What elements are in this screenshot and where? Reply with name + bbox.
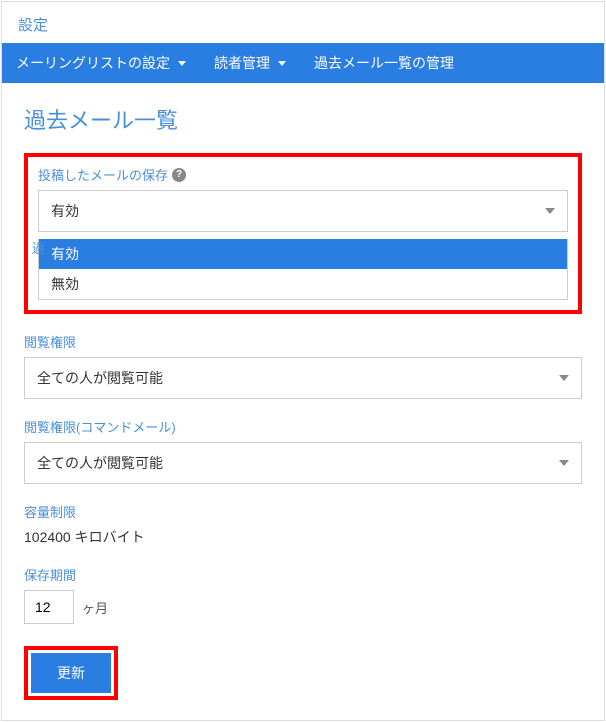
retention-input[interactable] xyxy=(24,590,74,624)
chevron-down-icon xyxy=(278,61,286,66)
select-value: 全ての人が閲覧可能 xyxy=(37,453,163,473)
chevron-down-icon xyxy=(559,460,569,466)
save-mail-select[interactable]: 有効 xyxy=(38,190,568,232)
tab-label: メーリングリストの設定 xyxy=(16,53,170,73)
option-enabled[interactable]: 有効 xyxy=(39,239,567,269)
update-button[interactable]: 更新 xyxy=(31,653,111,693)
tabs-bar: メーリングリストの設定 読者管理 過去メール一覧の管理 xyxy=(2,43,604,83)
tab-label: 過去メール一覧の管理 xyxy=(314,53,454,73)
chevron-down-icon xyxy=(545,208,555,214)
view-perm-cmd-select[interactable]: 全ての人が閲覧可能 xyxy=(24,442,582,484)
chevron-down-icon xyxy=(178,61,186,66)
view-perm-cmd-label: 閲覧権限(コマンドメール) xyxy=(24,417,582,436)
tab-past-mail-mgmt[interactable]: 過去メール一覧の管理 xyxy=(300,43,468,83)
retention-unit: ヶ月 xyxy=(82,598,108,617)
highlight-update-button: 更新 xyxy=(24,646,118,700)
select-value: 有効 xyxy=(51,201,79,221)
option-disabled[interactable]: 無効 xyxy=(39,269,567,299)
save-mail-label: 投稿したメールの保存 ? xyxy=(38,165,568,184)
view-perm-label: 閲覧権限 xyxy=(24,332,582,351)
capacity-value: 102400 キロバイト xyxy=(24,527,582,547)
save-mail-dropdown: 有効 無効 xyxy=(38,239,568,300)
view-perm-select[interactable]: 全ての人が閲覧可能 xyxy=(24,357,582,399)
capacity-label: 容量制限 xyxy=(24,502,582,521)
highlight-save-mail: 投稿したメールの保存 ? 有効 過 有効 無効 xyxy=(24,153,582,314)
label-text: 投稿したメールの保存 xyxy=(38,165,168,184)
tab-label: 読者管理 xyxy=(214,53,270,73)
select-value: 全ての人が閲覧可能 xyxy=(37,368,163,388)
tab-ml-settings[interactable]: メーリングリストの設定 xyxy=(2,43,200,83)
page-title: 過去メール一覧 xyxy=(24,103,582,135)
retention-label: 保存期間 xyxy=(24,565,582,584)
chevron-down-icon xyxy=(559,375,569,381)
help-icon[interactable]: ? xyxy=(172,168,186,182)
settings-header: 設定 xyxy=(2,2,604,43)
tab-reader-mgmt[interactable]: 読者管理 xyxy=(200,43,300,83)
